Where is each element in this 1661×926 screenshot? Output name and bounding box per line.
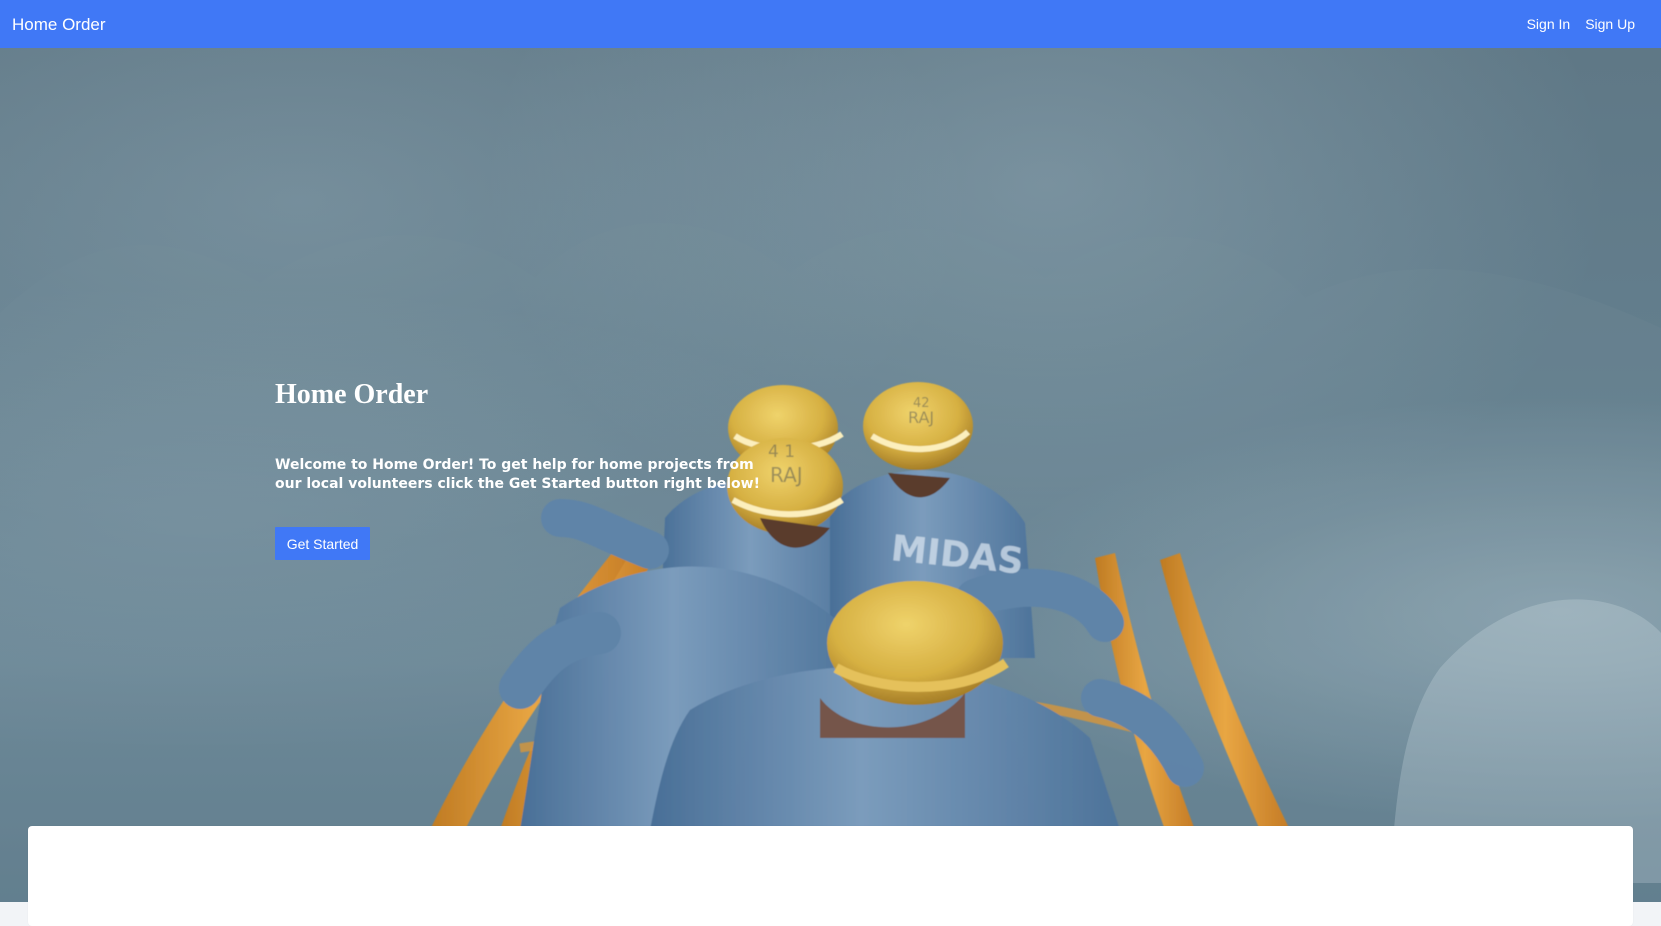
svg-text:RAJ: RAJ bbox=[908, 408, 934, 427]
hero-title: Home Order bbox=[275, 379, 429, 410]
hero-background-image: MIDAS 4 1 RAJ 42 RAJ bbox=[0, 223, 1661, 902]
content-panel bbox=[28, 826, 1633, 926]
get-started-button[interactable]: Get Started bbox=[275, 526, 370, 560]
brand-link[interactable]: Home Order bbox=[12, 16, 106, 33]
hero-description: Welcome to Home Order! To get help for h… bbox=[275, 456, 760, 492]
hero-content: Home Order Welcome to Home Order! To get… bbox=[275, 378, 775, 560]
sign-up-link[interactable]: Sign Up bbox=[1585, 16, 1635, 32]
hero-section: MIDAS 4 1 RAJ 42 RAJ Home Order Welcome … bbox=[0, 48, 1661, 902]
sign-in-link[interactable]: Sign In bbox=[1527, 16, 1571, 32]
top-navbar: Home Order Sign In Sign Up bbox=[0, 0, 1661, 48]
auth-navigation: Sign In Sign Up bbox=[1527, 16, 1635, 32]
